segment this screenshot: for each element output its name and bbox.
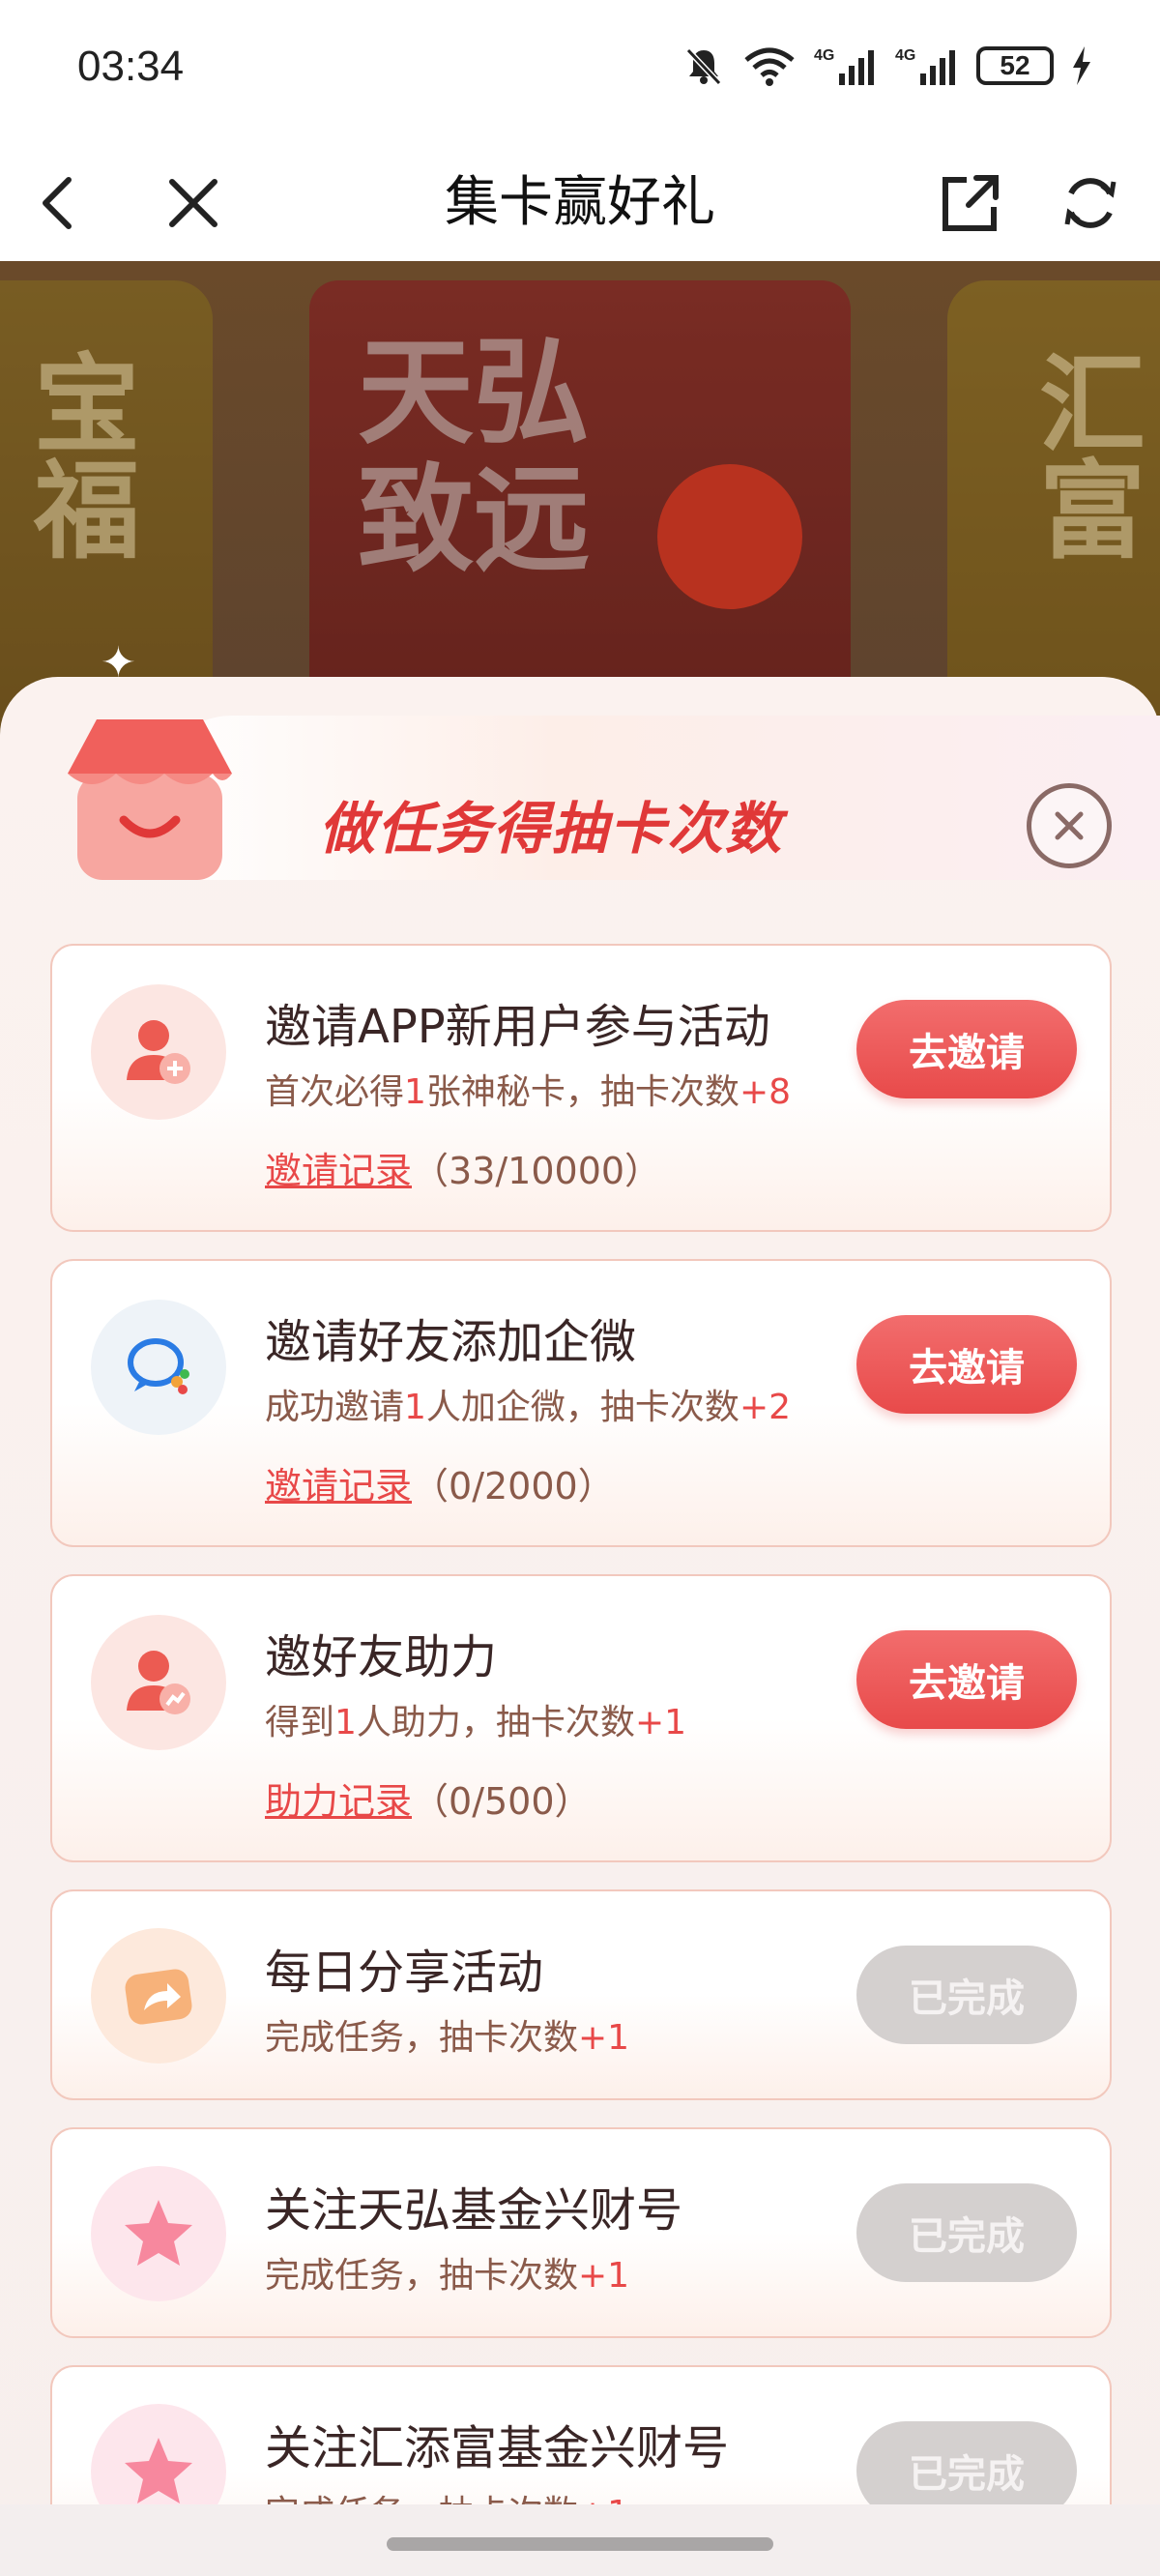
assist-record-link[interactable]: 助力记录 [265,1780,412,1823]
nav-bar: 集卡赢好礼 [0,145,1160,261]
panel-title: 做任务得抽卡次数 [319,796,784,862]
shop-icon [68,719,232,880]
close-circle-icon [1055,811,1084,840]
record-count: （0/2000） [412,1465,615,1508]
status-bar: 03:34 4G 4G 52 [0,0,1160,145]
share-arrow-icon [91,1928,226,2064]
task-panel-header: 做任务得抽卡次数 [0,677,1160,948]
task-description: 首次必得1张神秘卡，抽卡次数+8 [265,1072,792,1112]
hero-main-text: 天弘致远 [358,324,590,588]
task-card-follow-tianhong: 关注天弘基金兴财号 完成任务，抽卡次数+1 已完成 [50,2127,1112,2338]
task-title: 每日分享活动 [265,1946,544,2000]
mute-bell-icon [685,47,722,86]
task-title: 关注天弘基金兴财号 [265,2183,683,2238]
completed-button[interactable]: 已完成 [856,2183,1077,2282]
signal-4g-icon: 4G [814,47,874,85]
task-record: 助力记录（0/500） [265,1771,592,1825]
share-icon[interactable] [930,162,1011,244]
status-icons: 4G 4G 52 [682,44,1092,87]
svg-text:4G: 4G [895,47,915,64]
panel-close-button[interactable] [1027,783,1112,868]
signal-4g-icon-2: 4G [895,47,955,85]
task-card-friend-assist: 邀好友助力 得到1人助力，抽卡次数+1 助力记录（0/500） 去邀请 [50,1574,1112,1862]
hero-right-text: 汇富 [1021,348,1146,561]
wifi-icon [744,47,795,86]
task-title: 邀请APP新用户参与活动 [265,1000,770,1054]
go-invite-button[interactable]: 去邀请 [856,1630,1077,1729]
home-indicator[interactable] [387,2537,773,2551]
completed-button[interactable]: 已完成 [856,1946,1077,2044]
task-description: 完成任务，抽卡次数+1 [265,2018,630,2058]
wecom-chat-icon [91,1300,226,1435]
task-title: 邀好友助力 [265,1630,498,1684]
task-title: 关注汇添富基金兴财号 [265,2421,730,2475]
task-record: 邀请记录（33/10000） [265,1141,661,1194]
task-description: 成功邀请1人加企微，抽卡次数+2 [265,1388,792,1427]
task-card-invite-app: 邀请APP新用户参与活动 首次必得1张神秘卡，抽卡次数+8 邀请记录（33/10… [50,944,1112,1232]
task-card-daily-share: 每日分享活动 完成任务，抽卡次数+1 已完成 [50,1889,1112,2100]
battery-indicator: 52 [976,46,1054,85]
invite-record-link[interactable]: 邀请记录 [265,1150,412,1192]
task-title: 邀请好友添加企微 [265,1315,637,1369]
star-icon [91,2166,226,2301]
friend-assist-icon [91,1615,226,1750]
invite-record-link[interactable]: 邀请记录 [265,1465,412,1508]
invite-user-icon [91,984,226,1120]
refresh-icon[interactable] [1050,162,1131,244]
record-count: （33/10000） [412,1150,662,1192]
task-description: 完成任务，抽卡次数+1 [265,2256,630,2296]
svg-text:4G: 4G [814,47,834,64]
go-invite-button[interactable]: 去邀请 [856,1000,1077,1098]
task-description: 得到1人助力，抽卡次数+1 [265,1703,687,1742]
task-card-invite-wecom: 邀请好友添加企微 成功邀请1人加企微，抽卡次数+2 邀请记录（0/2000） 去… [50,1259,1112,1547]
status-time: 03:34 [77,43,185,90]
go-invite-button[interactable]: 去邀请 [856,1315,1077,1414]
charging-icon [1073,46,1090,85]
task-record: 邀请记录（0/2000） [265,1456,615,1509]
hero-sun-graphic [657,464,802,609]
record-count: （0/500） [412,1780,592,1823]
hero-left-text: 宝福 [15,348,140,561]
